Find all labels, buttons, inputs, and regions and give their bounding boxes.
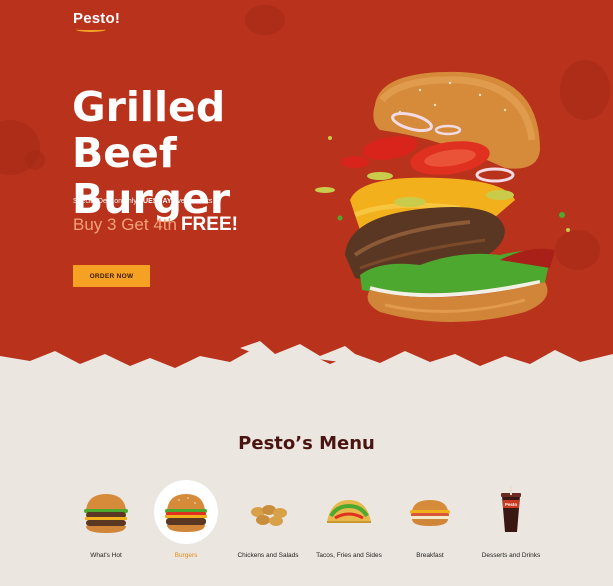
category-label: Chickens and Salads [237, 552, 299, 559]
category-chickens-and-salads[interactable]: Chickens and Salads [223, 480, 313, 560]
double-burger-icon [74, 480, 138, 544]
deal-text: Special Deal on only TUESDAY every weeks [73, 198, 212, 205]
deal-suffix: every weeks [171, 198, 213, 205]
category-tacos-fries-and-sides[interactable]: Tacos, Fries and Sides [304, 480, 394, 560]
brand-logo[interactable]: Pesto! [73, 10, 120, 27]
deal-prefix: Special Deal on only [73, 198, 139, 205]
promo-offer: Buy 3 Get 4th [73, 215, 177, 234]
category-label: Tacos, Fries and Sides [316, 552, 382, 559]
paint-splat [25, 150, 45, 170]
soda-cup-icon: Pesto [479, 480, 543, 544]
burger-icon [154, 480, 218, 544]
category-desserts-and-drinks[interactable]: Pesto Desserts and Drinks [466, 480, 556, 560]
order-now-button[interactable]: ORDER NOW [73, 265, 150, 287]
category-label: Breakfast [416, 552, 444, 559]
menu-title: Pesto’s Menu [238, 433, 375, 454]
category-whats-hot[interactable]: What's Hot [61, 480, 151, 560]
promo-text: Buy 3 Get 4th FREE! [73, 214, 238, 236]
category-burgers[interactable]: Burgers [141, 480, 231, 560]
category-label: What's Hot [90, 552, 122, 559]
paint-splat [245, 5, 285, 35]
svg-text:Pesto: Pesto [505, 502, 518, 507]
promo-free: FREE! [180, 214, 238, 235]
deal-day: TUESDAY [138, 198, 172, 205]
category-label: Desserts and Drinks [481, 552, 541, 559]
category-label: Burgers [174, 552, 198, 559]
logo-swoosh [76, 27, 106, 32]
tacos-icon [317, 480, 381, 544]
category-breakfast[interactable]: Breakfast [385, 480, 475, 560]
chicken-nuggets-icon [236, 480, 300, 544]
breakfast-sandwich-icon [398, 480, 462, 544]
flying-burger-image [315, 71, 570, 322]
torn-paper-edge [0, 341, 613, 406]
